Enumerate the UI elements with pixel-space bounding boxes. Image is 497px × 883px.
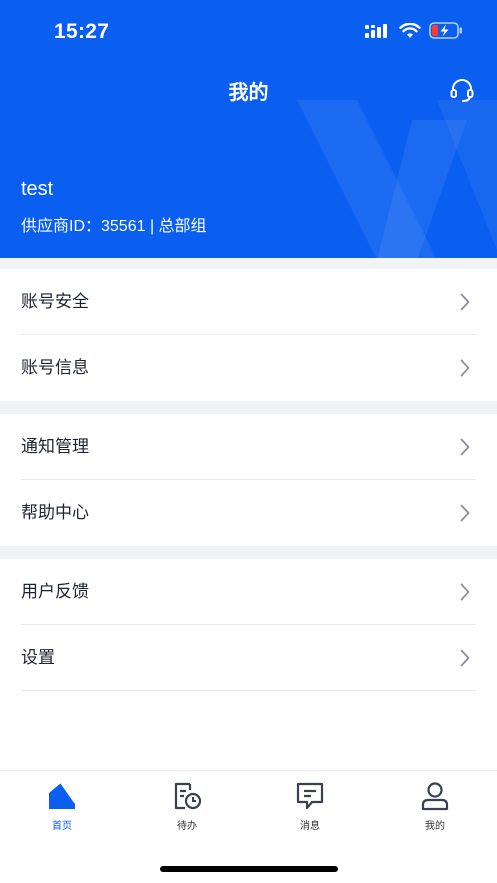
chevron-right-icon bbox=[460, 504, 470, 522]
tab-todo[interactable]: 待办 bbox=[152, 781, 222, 832]
cellular-signal-icon bbox=[365, 23, 387, 38]
page-title: 我的 bbox=[228, 82, 269, 104]
menu-item-label: 账号信息 bbox=[21, 358, 89, 377]
tab-label: 首页 bbox=[52, 821, 72, 832]
customer-service-headset-icon[interactable] bbox=[449, 77, 475, 103]
status-icons bbox=[365, 22, 463, 39]
battery-icon bbox=[429, 22, 462, 39]
home-indicator[interactable] bbox=[160, 866, 338, 872]
divider bbox=[21, 690, 476, 691]
menu-item-label: 帮助中心 bbox=[21, 503, 89, 522]
tab-label: 我的 bbox=[425, 821, 445, 832]
menu-item-label: 通知管理 bbox=[21, 437, 89, 456]
menu-item-user-feedback[interactable]: 用户反馈 bbox=[0, 559, 497, 625]
tab-mine[interactable]: 我的 bbox=[400, 781, 470, 832]
supplier-info: 供应商ID：35561 | 总部组 bbox=[21, 218, 207, 235]
menu-item-account-security[interactable]: 账号安全 bbox=[0, 269, 497, 335]
status-time: 15:27 bbox=[54, 20, 110, 43]
menu-item-notification-settings[interactable]: 通知管理 bbox=[0, 414, 497, 480]
chevron-right-icon bbox=[460, 649, 470, 667]
tab-label: 消息 bbox=[300, 821, 320, 832]
menu-item-label: 设置 bbox=[21, 648, 55, 667]
tab-messages[interactable]: 消息 bbox=[275, 781, 345, 832]
brand-watermark-icon bbox=[297, 100, 497, 258]
menu-item-settings[interactable]: 设置 bbox=[0, 625, 497, 691]
menu-item-label: 用户反馈 bbox=[21, 582, 89, 601]
section-gap bbox=[0, 401, 497, 414]
section-gap bbox=[0, 546, 497, 559]
tab-home[interactable]: 首页 bbox=[27, 781, 97, 832]
message-icon bbox=[296, 782, 324, 810]
tab-label: 待办 bbox=[177, 821, 197, 832]
home-icon bbox=[49, 782, 76, 809]
todo-clock-icon bbox=[174, 782, 202, 810]
chevron-right-icon bbox=[460, 293, 470, 311]
menu-item-label: 账号安全 bbox=[21, 292, 89, 311]
section-gap bbox=[0, 258, 497, 269]
status-bar: 15:27 bbox=[0, 0, 497, 66]
menu-item-help-center[interactable]: 帮助中心 bbox=[0, 480, 497, 546]
user-icon bbox=[421, 782, 449, 811]
user-name: test bbox=[21, 178, 54, 200]
profile-header: 15:27 我的 test 供应商ID：35561 | 总部组 bbox=[0, 0, 497, 258]
chevron-right-icon bbox=[460, 359, 470, 377]
menu-item-account-info[interactable]: 账号信息 bbox=[0, 335, 497, 401]
chevron-right-icon bbox=[460, 438, 470, 456]
wifi-icon bbox=[399, 22, 421, 38]
chevron-right-icon bbox=[460, 583, 470, 601]
